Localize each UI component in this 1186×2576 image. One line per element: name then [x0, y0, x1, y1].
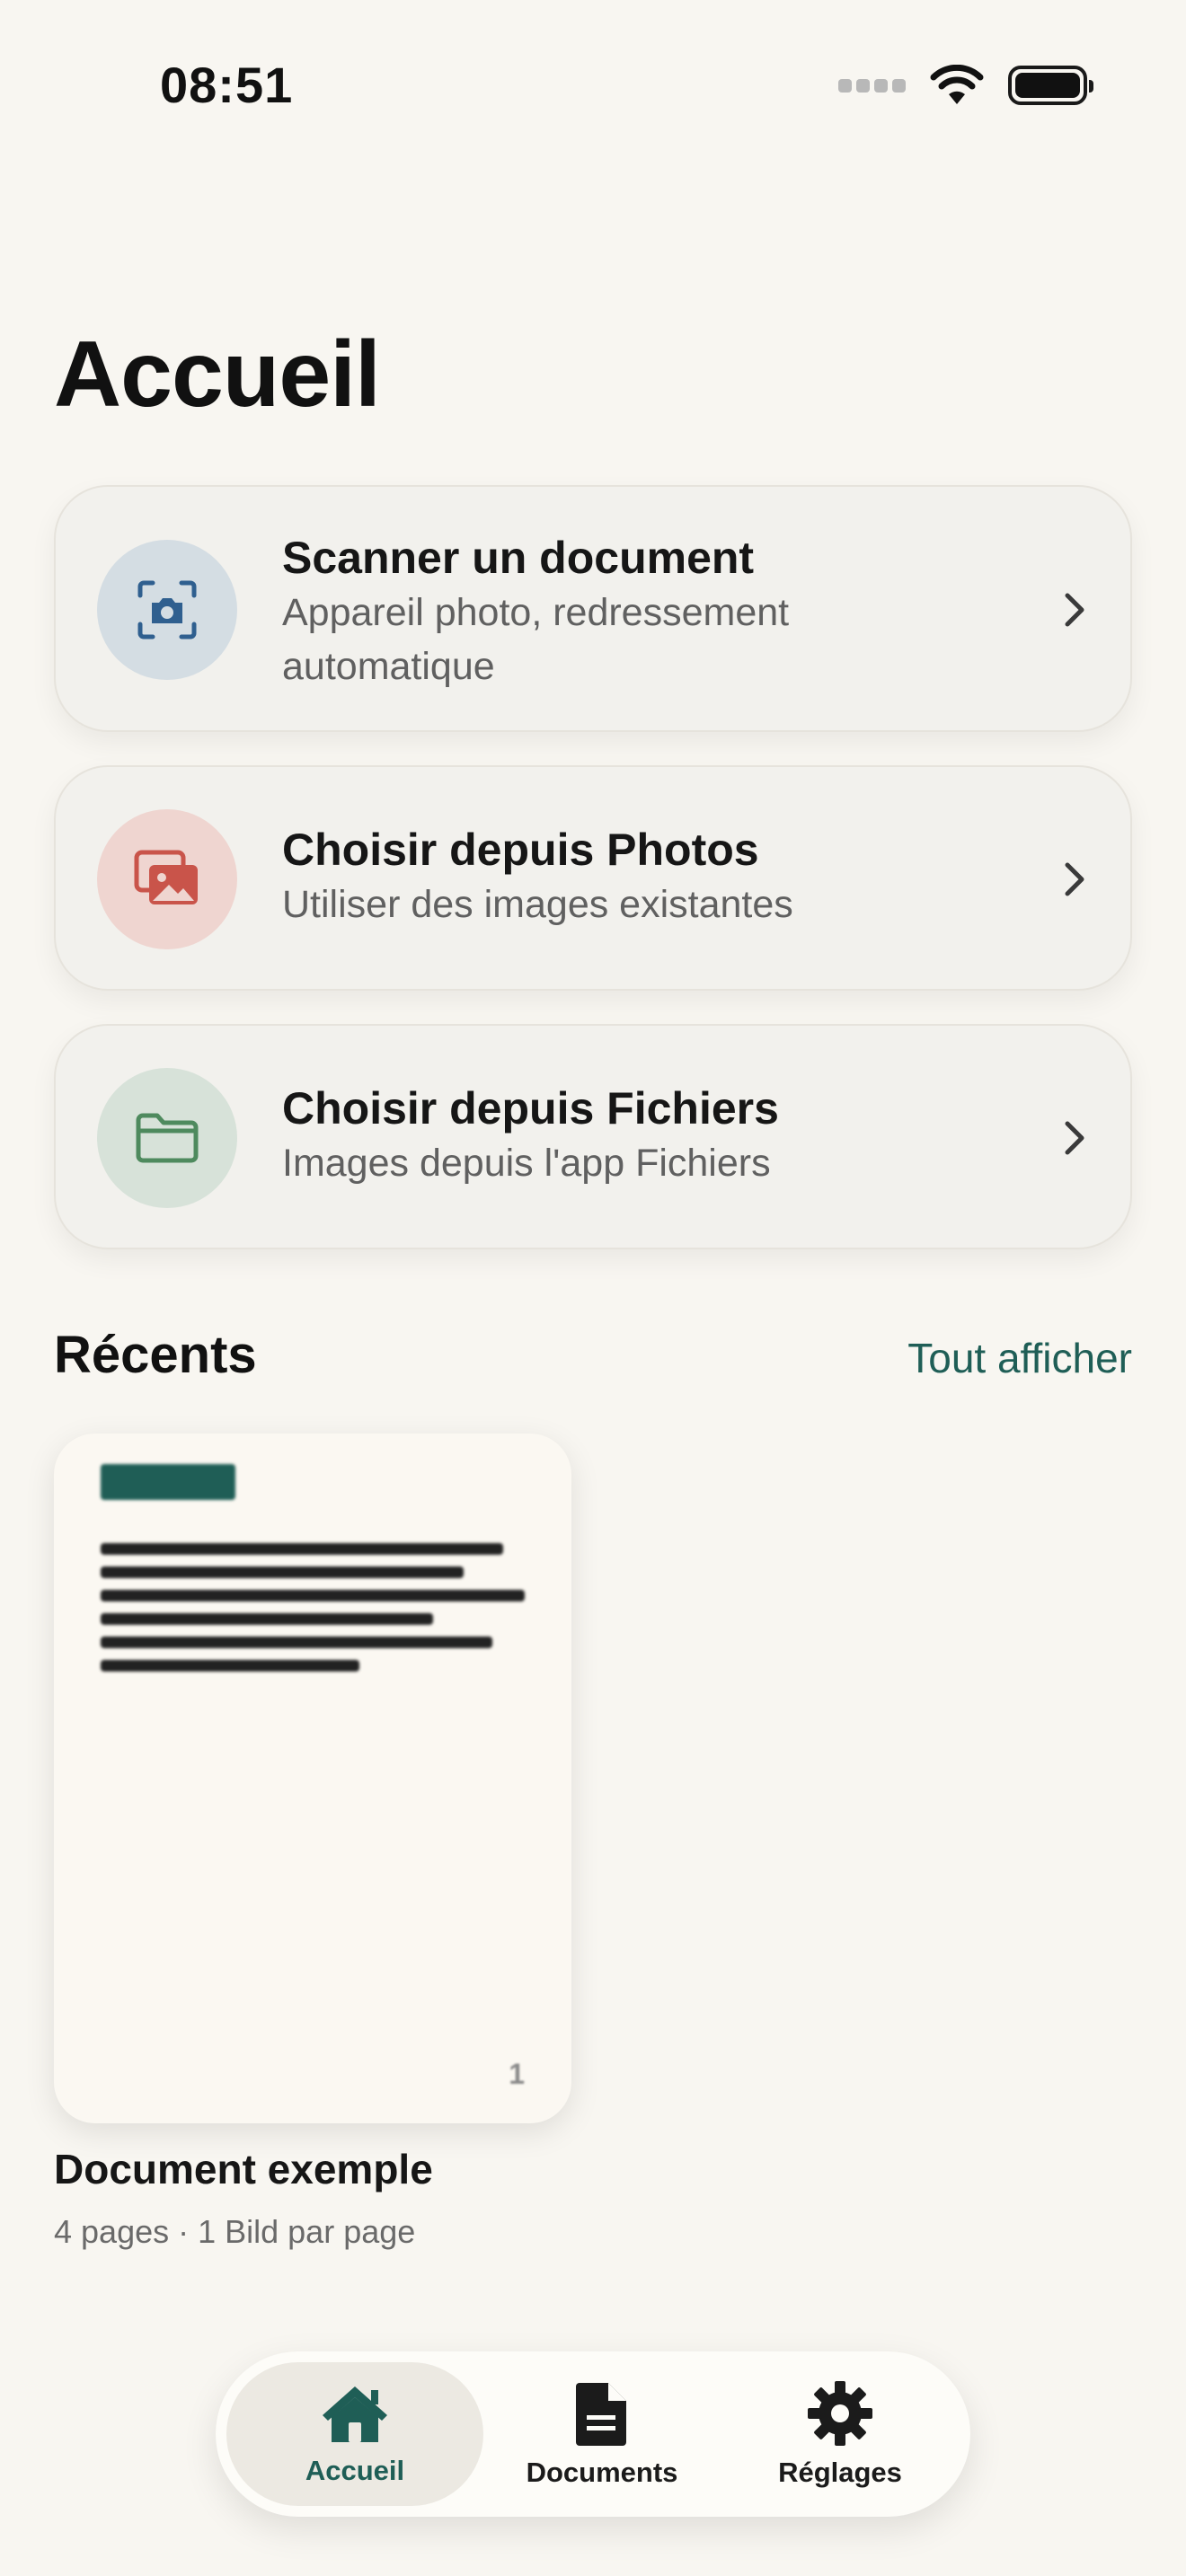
wifi-icon: [930, 65, 984, 104]
files-card-text: Choisir depuis Fichiers Images depuis l'…: [282, 1081, 987, 1190]
thumbnail-header-bar: [101, 1464, 235, 1500]
tab-label: Réglages: [778, 2457, 902, 2488]
gear-icon: [808, 2381, 872, 2446]
recent-document-name[interactable]: Document exemple: [54, 2145, 433, 2193]
document-icon: [576, 2383, 626, 2446]
tab-reglages[interactable]: Réglages: [721, 2362, 960, 2506]
page-number-badge: 1: [509, 2058, 525, 2090]
page-title: Accueil: [54, 322, 381, 427]
scan-document-button[interactable]: Scanner un document Appareil photo, redr…: [54, 485, 1132, 732]
scan-card-text: Scanner un document Appareil photo, redr…: [282, 530, 987, 693]
thumbnail-text-line: [101, 1660, 359, 1672]
tab-label: Documents: [526, 2457, 678, 2488]
folder-icon: [136, 1113, 199, 1163]
scan-icon-badge: [97, 540, 237, 680]
tab-bar: Accueil Documents Réglages: [216, 2351, 970, 2517]
photos-icon-badge: [97, 809, 237, 949]
tab-label: Accueil: [305, 2455, 405, 2486]
scan-card-title: Scanner un document: [282, 533, 755, 583]
recent-document-meta: 4 pages · 1 Bild par page: [54, 2213, 416, 2250]
thumbnail-text-line: [101, 1613, 433, 1625]
thumbnail-text-line: [101, 1566, 464, 1578]
tab-accueil[interactable]: Accueil: [226, 2362, 483, 2506]
choose-photos-button[interactable]: Choisir depuis Photos Utiliser des image…: [54, 765, 1132, 991]
choose-files-button[interactable]: Choisir depuis Fichiers Images depuis l'…: [54, 1024, 1132, 1249]
chevron-right-icon: [1057, 592, 1093, 628]
thumbnail-text-line: [101, 1636, 492, 1648]
photos-card-text: Choisir depuis Photos Utiliser des image…: [282, 822, 987, 931]
tab-documents[interactable]: Documents: [485, 2362, 719, 2506]
files-card-subtitle: Images depuis l'app Fichiers: [282, 1142, 771, 1185]
thumbnail-text-line: [101, 1543, 503, 1555]
status-time: 08:51: [160, 57, 294, 113]
thumbnail-text-line: [101, 1590, 525, 1601]
recent-document-thumbnail[interactable]: 1: [54, 1434, 571, 2123]
status-icons: [838, 65, 1093, 106]
camera-scan-icon: [137, 580, 197, 640]
chevron-right-icon: [1057, 1120, 1093, 1156]
see-all-link[interactable]: Tout afficher: [907, 1334, 1132, 1382]
house-icon: [323, 2386, 387, 2442]
cellular-signal-icon: [838, 78, 906, 93]
files-card-title: Choisir depuis Fichiers: [282, 1083, 779, 1134]
home-screen: 08:51 Accueil Scanner un document Appare…: [0, 0, 1186, 2576]
files-icon-badge: [97, 1068, 237, 1208]
photos-icon: [134, 850, 198, 904]
recents-title: Récents: [54, 1326, 257, 1384]
scan-card-subtitle: Appareil photo, redressement automatique: [282, 591, 790, 688]
battery-icon: [1008, 66, 1093, 105]
photos-card-title: Choisir depuis Photos: [282, 825, 759, 875]
photos-card-subtitle: Utiliser des images existantes: [282, 883, 793, 926]
chevron-right-icon: [1057, 861, 1093, 897]
